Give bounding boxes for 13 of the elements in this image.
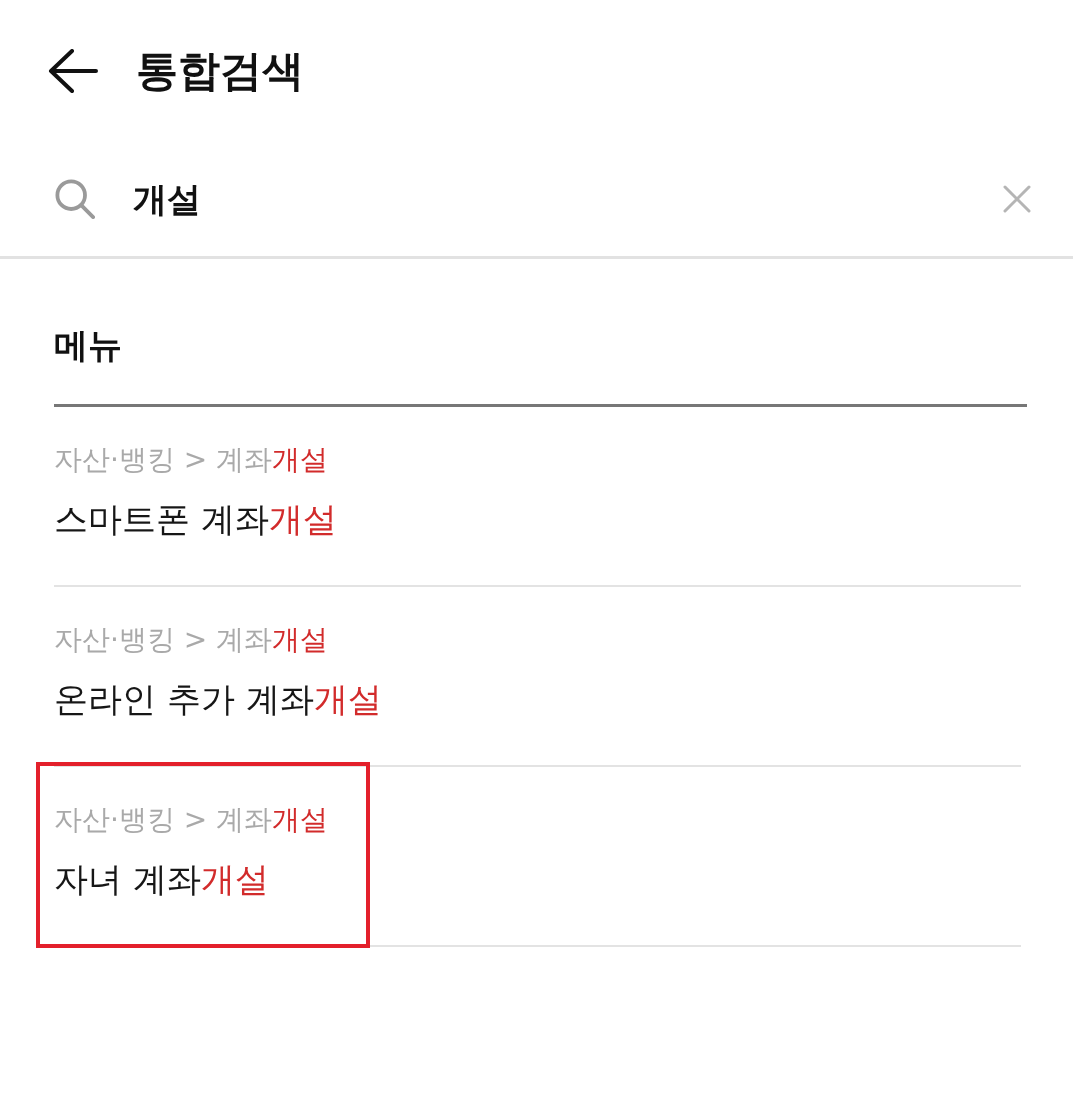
search-input[interactable]: 개설	[133, 177, 1003, 221]
breadcrumb-path: 자산·뱅킹 > 계좌개설	[54, 442, 329, 478]
section-heading: 메뉴	[54, 325, 122, 365]
breadcrumb-path: 자산·뱅킹 > 계좌개설	[54, 802, 329, 838]
back-arrow-icon	[48, 49, 98, 93]
search-icon	[55, 179, 95, 219]
result-link[interactable]: 온라인 추가 계좌개설	[54, 677, 382, 721]
close-icon	[1003, 185, 1031, 213]
result-link[interactable]: 자녀 계좌개설	[54, 857, 269, 901]
breadcrumb-path: 자산·뱅킹 > 계좌개설	[54, 622, 329, 658]
back-button[interactable]	[48, 49, 98, 93]
page-title: 통합검색	[136, 45, 304, 97]
result-link[interactable]: 스마트폰 계좌개설	[54, 497, 337, 541]
